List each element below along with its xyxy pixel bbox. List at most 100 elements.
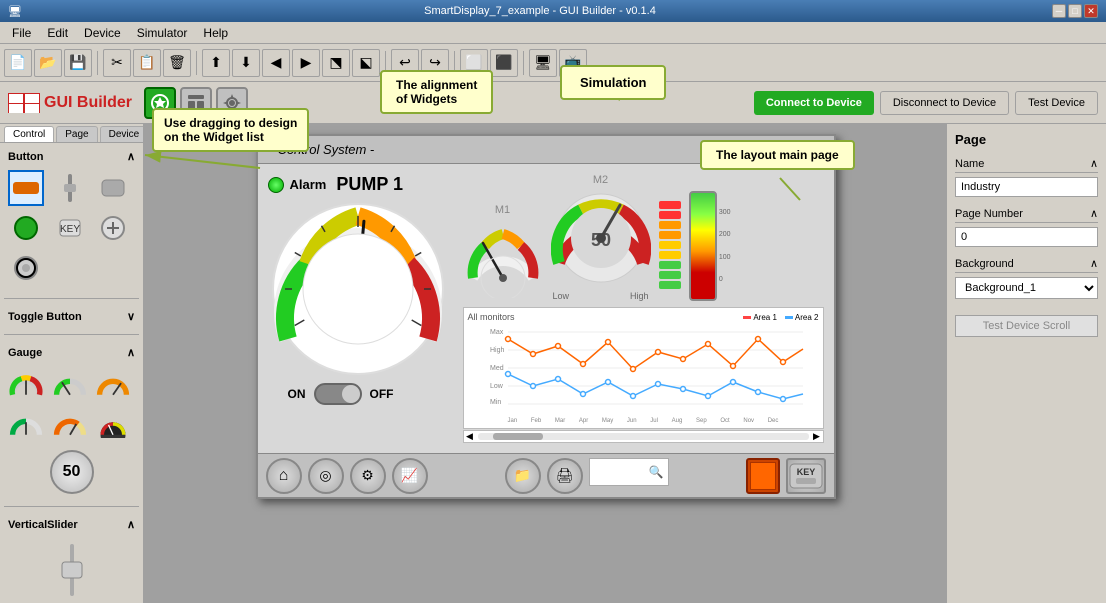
m1-gauge-svg[interactable] <box>463 218 543 298</box>
widget-btn-orange[interactable] <box>8 170 44 206</box>
led-green-2 <box>659 271 681 279</box>
gauge-widget-1[interactable] <box>8 366 44 402</box>
line-chart-svg: Max High Med Low Min <box>468 324 808 414</box>
settings-icon-btn[interactable] <box>216 87 248 119</box>
vslider-widget[interactable] <box>60 540 84 600</box>
m2-gauge-svg[interactable]: 50 <box>551 188 651 288</box>
toolbar-undo[interactable]: ↩ <box>391 49 419 77</box>
led-red-1 <box>659 201 681 209</box>
scroll-right-btn[interactable]: ▶ <box>811 431 823 442</box>
connect-to-device-btn[interactable]: Connect to Device <box>754 91 874 115</box>
canvas-gear-btn[interactable]: ⚙ <box>350 458 386 494</box>
toolbar-preview[interactable]: ⬜ <box>460 49 488 77</box>
test-device-scroll-btn[interactable]: Test Device Scroll <box>955 315 1098 337</box>
canvas-search-box[interactable]: 🔍 <box>589 458 669 486</box>
toolbar-align-center-h[interactable]: ⬔ <box>322 49 350 77</box>
name-section-header[interactable]: Name ∧ <box>955 155 1098 173</box>
gauge-section-header[interactable]: Gauge ∧ <box>4 343 139 362</box>
toolbar-redo[interactable]: ↪ <box>421 49 449 77</box>
svg-text:Max: Max <box>490 329 504 336</box>
minimize-btn[interactable]: ─ <box>1052 4 1066 18</box>
chart-scrollbar[interactable]: ◀ ▶ <box>463 430 824 443</box>
button-widget-grid: KEY <box>4 166 139 290</box>
widget-circle-key[interactable]: KEY <box>52 210 88 246</box>
gauge-widget-2[interactable] <box>52 366 88 402</box>
page-number-section-header[interactable]: Page Number ∧ <box>955 205 1098 223</box>
canvas-orange-btn[interactable] <box>746 458 780 494</box>
canvas-time-area: 15:20 <box>767 142 822 158</box>
widget-toggle-v[interactable] <box>52 170 88 206</box>
gauge-section: Gauge ∧ <box>0 339 143 502</box>
app-header: GUI Builder Conn <box>0 82 1106 124</box>
toolbar-align-left[interactable]: ◀ <box>262 49 290 77</box>
led-yellow-2 <box>659 251 681 259</box>
counter-50-widget[interactable]: 50 <box>50 450 94 494</box>
canvas-folder-btn[interactable]: 📁 <box>505 458 541 494</box>
m1-gauge-area: M1 <box>463 204 543 301</box>
toolbar-tv[interactable]: 📺 <box>559 49 587 77</box>
toolbar-align-center-v[interactable]: ⬕ <box>352 49 380 77</box>
widget-plus[interactable] <box>95 210 131 246</box>
canvas-chart-btn[interactable]: 📈 <box>392 458 428 494</box>
nav-tab-control[interactable]: Control <box>4 126 54 142</box>
gauge-widget-5[interactable] <box>52 406 88 442</box>
toolbar-align-right[interactable]: ▶ <box>292 49 320 77</box>
background-select[interactable]: Background_1 <box>955 277 1098 299</box>
window-title: SmartDisplay_7_example - GUI Builder - v… <box>28 5 1052 17</box>
widget-list-icon-btn[interactable] <box>144 87 176 119</box>
menu-file[interactable]: File <box>4 24 39 42</box>
test-device-btn[interactable]: Test Device <box>1015 91 1098 115</box>
main-gauge[interactable] <box>268 199 448 379</box>
maximize-btn[interactable]: □ <box>1068 4 1082 18</box>
name-input[interactable] <box>955 177 1098 197</box>
toolbar-align-up[interactable]: ⬆ <box>202 49 230 77</box>
menu-device[interactable]: Device <box>76 24 129 42</box>
widget-circle-green[interactable] <box>8 210 44 246</box>
toggle-section-header[interactable]: Toggle Button ∨ <box>4 307 139 326</box>
thermo-ticks: 300 200 100 0 <box>719 193 731 299</box>
canvas-right-buttons: KEY <box>746 458 826 494</box>
page-number-input[interactable] <box>955 227 1098 247</box>
gauge-widget-4[interactable] <box>8 406 44 442</box>
nav-tab-device[interactable]: Device <box>100 126 145 142</box>
toolbar-monitor[interactable]: 🖥 <box>529 49 557 77</box>
canvas-circle-btn[interactable]: ◎ <box>308 458 344 494</box>
alarm-label: Alarm <box>290 177 327 192</box>
toolbar-fullscreen[interactable]: ⬛ <box>490 49 518 77</box>
widget-round-gray[interactable] <box>95 170 131 206</box>
led-yellow-1 <box>659 241 681 249</box>
name-section-chevron: ∧ <box>1090 157 1098 170</box>
toolbar-delete[interactable]: 🗑 <box>163 49 191 77</box>
toolbar-cut[interactable]: ✂ <box>103 49 131 77</box>
background-section-header[interactable]: Background ∧ <box>955 255 1098 273</box>
gauge-widget-6[interactable] <box>95 406 131 442</box>
toolbar-save[interactable]: 💾 <box>64 49 92 77</box>
toolbar-copy[interactable]: 📋 <box>133 49 161 77</box>
canvas-print-btn[interactable]: 🖨 <box>547 458 583 494</box>
vslider-section-chevron: ∧ <box>127 518 135 531</box>
header-right-buttons: Connect to Device Disconnect to Device T… <box>754 91 1098 115</box>
canvas-title-text: - Control System - <box>270 142 375 157</box>
layout-icon-btn[interactable] <box>180 87 212 119</box>
vslider-section-header[interactable]: VerticalSlider ∧ <box>4 515 139 534</box>
canvas-key-btn[interactable]: KEY <box>786 458 826 494</box>
menu-edit[interactable]: Edit <box>39 24 76 42</box>
button-section-header[interactable]: Button ∧ <box>4 147 139 166</box>
section-divider-3 <box>4 506 139 507</box>
menu-help[interactable]: Help <box>195 24 236 42</box>
scroll-left-btn[interactable]: ◀ <box>464 431 476 442</box>
canvas-home-btn[interactable]: ⌂ <box>266 458 302 494</box>
toolbar-new[interactable]: 📄 <box>4 49 32 77</box>
pump-label: PUMP 1 <box>336 174 403 195</box>
nav-tab-page[interactable]: Page <box>56 126 97 142</box>
toolbar-align-down[interactable]: ⬇ <box>232 49 260 77</box>
toolbar-open[interactable]: 📂 <box>34 49 62 77</box>
gauge-widget-3[interactable] <box>95 366 131 402</box>
menu-simulator[interactable]: Simulator <box>129 24 196 42</box>
close-btn[interactable]: ✕ <box>1084 4 1098 18</box>
widget-knob[interactable] <box>8 250 44 286</box>
main-gauge-section: Alarm PUMP 1 <box>268 174 453 405</box>
m2-low-label: Low <box>553 291 570 301</box>
disconnect-btn[interactable]: Disconnect to Device <box>880 91 1009 115</box>
toggle-switch[interactable] <box>314 383 362 405</box>
